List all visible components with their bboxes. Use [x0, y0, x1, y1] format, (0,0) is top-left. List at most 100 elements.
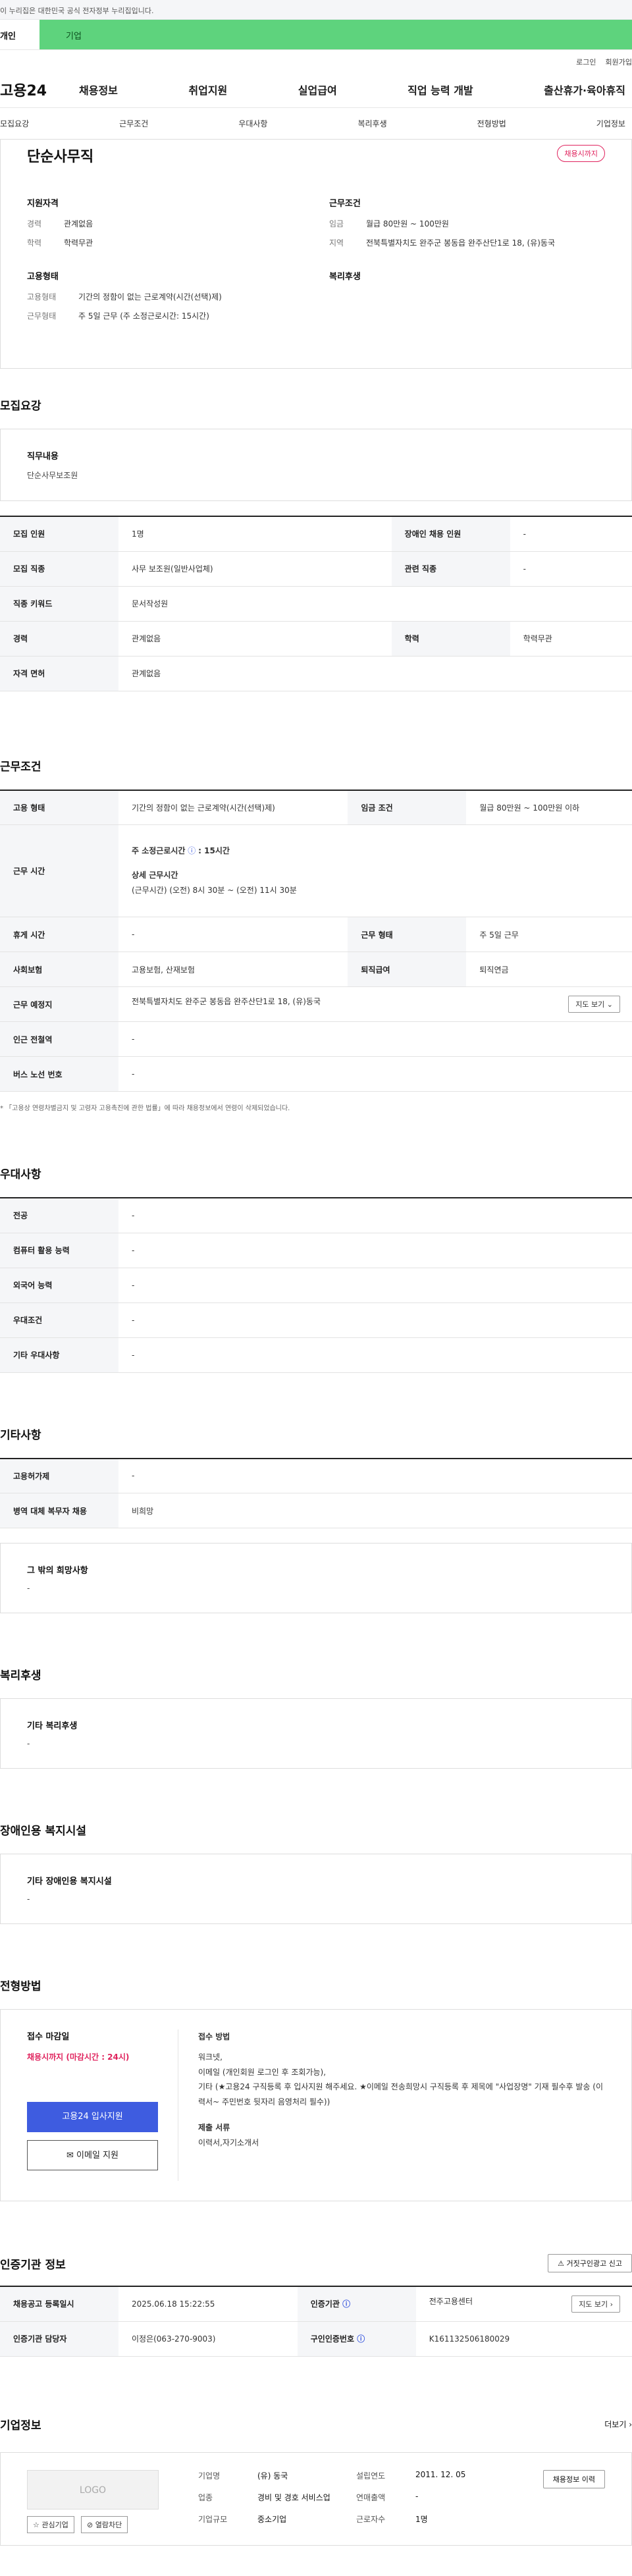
- cell-label: 근무 예정지: [0, 986, 118, 1022]
- cell-value: 퇴직연금: [466, 952, 632, 987]
- tab-personal[interactable]: 개인: [0, 20, 40, 49]
- recruit-history-button[interactable]: 채용정보 이력: [542, 2469, 605, 2488]
- cell-label: 임금 조건: [348, 790, 467, 825]
- cell-label: 근무 시간: [0, 824, 118, 917]
- cert-heading: 인증기관 정보: [0, 2258, 66, 2272]
- job-title: 단순사무직: [27, 149, 94, 165]
- tab-company[interactable]: 기업: [40, 20, 632, 49]
- label: 고용형태: [27, 292, 57, 302]
- table-row: 우대조건 -: [0, 1302, 632, 1338]
- cell-value: -: [118, 1337, 632, 1373]
- work-table: 고용 형태 기간의 정함이 없는 근로계약(시간(선택)제) 임금 조건 월급 80만…: [0, 789, 632, 1092]
- etc-box-value: -: [27, 1584, 30, 1593]
- section-tab[interactable]: 모집요강: [0, 118, 29, 129]
- gov-notice: 이 누리집은 대한민국 공식 전자정부 누리집입니다.: [0, 7, 154, 15]
- value: 2011. 12. 05: [415, 2469, 466, 2479]
- cell-value: -: [118, 1268, 632, 1303]
- info-icon[interactable]: ⓘ: [342, 2299, 350, 2309]
- gnb-item[interactable]: 취업지원: [188, 82, 227, 97]
- gnb-item[interactable]: 실업급여: [298, 82, 337, 97]
- cell-value: 고용보험, 산재보험: [118, 952, 348, 987]
- value: 주 5일 근무 (주 소정근로시간: 15시간): [78, 311, 209, 321]
- company-box: LOGO ☆ 관심기업 ⊘ 열람차단 기업명 (유) 동국 설립연도 2011. 1…: [0, 2452, 632, 2546]
- site-logo[interactable]: 고용24: [0, 79, 79, 100]
- cell-label: 관련 직종: [391, 551, 510, 587]
- report-button[interactable]: ⚠ 거짓구인광고 신고: [548, 2254, 632, 2272]
- welfare-heading-main: 복리후생: [0, 1669, 41, 1682]
- method-line: 이메일 (개인회원 로그인 후 조회가능),: [198, 2067, 327, 2077]
- work-time-cell: 주 소정근로시간 ⓘ : 15시간 상세 근무시간 (근무시간) (오전) 8시…: [118, 824, 632, 917]
- process-heading: 전형방법: [0, 1980, 41, 1993]
- cell-value: 관계없음: [118, 656, 632, 691]
- section-tab[interactable]: 근무조건: [119, 118, 148, 129]
- info-icon[interactable]: ⓘ: [188, 846, 196, 855]
- cell-label: 기타 우대사항: [0, 1337, 118, 1373]
- age-note: * 「고용상 연령차별금지 및 고령자 고용촉진에 관한 법률」에 따라 채용정…: [0, 1105, 290, 1112]
- section-tab[interactable]: 복리후생: [357, 118, 386, 129]
- chevron-down-icon: ⌄: [606, 1000, 613, 1009]
- cell-value: 비희망: [118, 1493, 632, 1528]
- cell-label: 버스 노선 번호: [0, 1056, 118, 1092]
- value: (유) 동국: [257, 2471, 288, 2481]
- cell-label: 병역 대체 복무자 채용: [0, 1493, 118, 1528]
- section-tab[interactable]: 전형방법: [477, 118, 506, 129]
- detail-hours-value: (근무시간) (오전) 8시 30분 ~ (오전) 11시 30분: [132, 885, 297, 895]
- detail-hours-label: 상세 근무시간: [132, 871, 178, 880]
- cell-label: 외국어 능력: [0, 1268, 118, 1303]
- no-label: 구인인증번호: [310, 2334, 355, 2344]
- recruit-table: 모집 인원 1명 장애인 채용 인원 - 모집 직종 사무 보조원(일반사업체) 관련 직…: [0, 516, 632, 691]
- section-tab[interactable]: 우대사항: [238, 118, 267, 129]
- login-link[interactable]: 로그인: [576, 57, 596, 71]
- map-button[interactable]: 지도 보기 ⌄: [568, 996, 620, 1013]
- cell-label: 인증기관 담당자: [0, 2321, 118, 2357]
- gnb-item[interactable]: 직업 능력 개발: [408, 82, 473, 97]
- info-icon[interactable]: ⓘ: [357, 2334, 365, 2344]
- cell-value: -: [510, 551, 632, 587]
- cell-value: -: [118, 1302, 632, 1338]
- signup-link[interactable]: 회원가입: [606, 57, 632, 71]
- more-link[interactable]: 더보기 ›: [604, 2419, 632, 2430]
- cell-label: 근무 형태: [348, 917, 467, 952]
- method-line: 워크넷,: [198, 2052, 223, 2062]
- fav-button[interactable]: ☆ 관심기업: [27, 2515, 74, 2533]
- label: 경력: [27, 219, 42, 228]
- global-nav: 고용24 채용정보 취업지원 실업급여 직업 능력 개발 출산휴가·육아휴직: [0, 71, 632, 108]
- disab-heading: 장애인용 복지시설: [0, 1825, 87, 1838]
- chevron-right-icon: ›: [610, 2299, 613, 2309]
- user-type-tabs: 개인 기업: [0, 20, 632, 50]
- welfare-box: 기타 복리후생 -: [0, 1698, 632, 1769]
- value: 중소기업: [257, 2515, 287, 2525]
- gnb-item[interactable]: 채용정보: [79, 82, 118, 97]
- cell-value: -: [118, 1021, 632, 1057]
- block-label: 열람차단: [95, 2520, 122, 2529]
- table-row: 직종 키워드 문서작성원: [0, 586, 632, 622]
- label: 설립연도: [356, 2471, 386, 2481]
- docs-value: 이력서,자기소개서: [198, 2137, 259, 2147]
- gnb-item[interactable]: 출산휴가·육아휴직: [544, 82, 625, 97]
- table-row: 휴게 시간 - 근무 형태 주 5일 근무: [0, 917, 632, 952]
- table-row: 모집 인원 1명 장애인 채용 인원 -: [0, 516, 632, 552]
- etc-table: 고용허가제 - 병역 대체 복무자 채용 비희망: [0, 1457, 632, 1528]
- block-button[interactable]: ⊘ 열람차단: [81, 2515, 128, 2533]
- email-apply-button[interactable]: ✉ 이메일 지원: [27, 2140, 158, 2170]
- cell-value: -: [118, 1233, 632, 1268]
- mail-icon: ✉: [66, 2151, 74, 2160]
- map-button-label: 지도 보기: [575, 1000, 605, 1009]
- more-label: 더보기: [604, 2419, 627, 2429]
- apply-button[interactable]: 고용24 입사지원: [27, 2102, 158, 2132]
- table-row: 고용허가제 -: [0, 1458, 632, 1493]
- cell-label: 사회보험: [0, 952, 118, 987]
- org-map-button[interactable]: 지도 보기 ›: [571, 2295, 620, 2313]
- cell-label: 경력: [0, 621, 118, 657]
- cell-label: 전공: [0, 1198, 118, 1233]
- cell-label: 퇴직급여: [348, 952, 467, 987]
- org-map-label: 지도 보기: [579, 2299, 608, 2309]
- report-label: 거짓구인광고 신고: [566, 2259, 622, 2268]
- place-value: 전북특별자치도 완주군 봉동읍 완주산단1로 18, (유)동국: [132, 997, 321, 1006]
- cell-label: 구인인증번호 ⓘ: [297, 2321, 416, 2357]
- value: 기간의 정함이 없는 근로계약(시간(선택)제): [78, 292, 222, 302]
- org-cell: 전주고용센터 지도 보기 ›: [415, 2286, 632, 2322]
- email-apply-label: 이메일 지원: [76, 2151, 118, 2160]
- section-tab[interactable]: 기업정보: [596, 118, 625, 129]
- star-icon: ☆: [33, 2520, 40, 2529]
